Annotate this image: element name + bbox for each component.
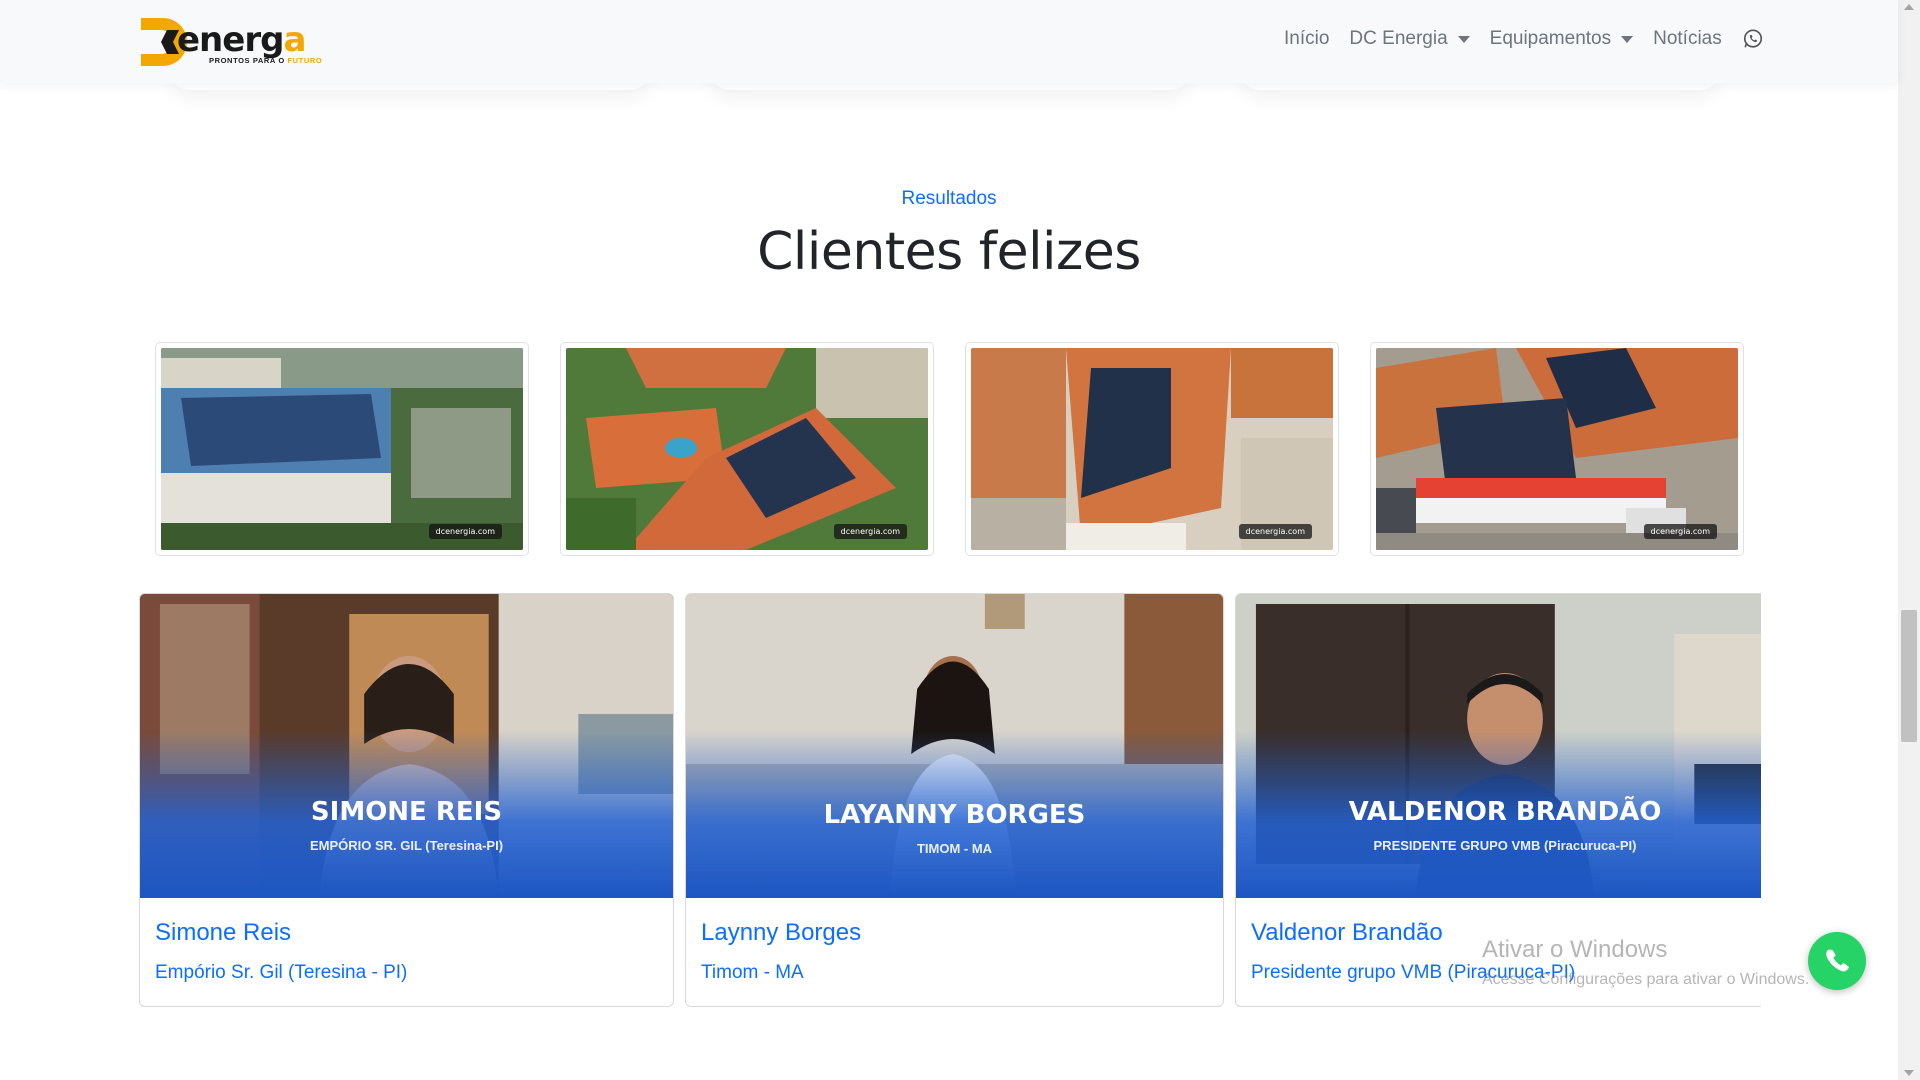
caret-down-icon — [1457, 35, 1470, 43]
logo-wordmark: energa — [177, 20, 306, 60]
thumbnail-name: VALDENOR BRANDÃO — [1348, 797, 1662, 827]
thumbnail-subtitle: PRESIDENTE GRUPO VMB (Piracuruca-PI) — [1373, 838, 1637, 853]
page-scrollbar[interactable] — [1898, 0, 1920, 1080]
testimonial-card[interactable]: LAYANNY BORGES TIMOM - MA Laynny Borges … — [685, 593, 1224, 1007]
gallery-watermark: dcenergia.com — [833, 524, 907, 539]
nav-dc-energia[interactable]: DC Energia — [1349, 28, 1470, 50]
solar-rooftop-photo — [971, 348, 1333, 550]
thumbnail-subtitle: TIMOM - MA — [916, 841, 993, 856]
gallery-photo[interactable]: dcenergia.com — [560, 342, 934, 556]
windows-activation-subtitle: Acesse Configurações para ativar o Windo… — [1482, 971, 1810, 988]
nav-links: Início DC Energia Equipamentos Notícias — [1284, 28, 1764, 50]
scrollbar-thumb[interactable] — [1901, 610, 1917, 742]
gallery-photo[interactable]: dcenergia.com — [155, 342, 529, 556]
section-subtitle: Resultados — [901, 188, 997, 209]
testimonial-name: Simone Reis — [155, 919, 292, 946]
scroll-down-arrow-icon[interactable] — [1904, 1070, 1914, 1076]
solar-rooftop-photo — [1376, 348, 1738, 550]
nav-equipamentos[interactable]: Equipamentos — [1490, 28, 1634, 50]
whatsapp-icon[interactable] — [1742, 28, 1764, 50]
nav-noticias[interactable]: Notícias — [1653, 28, 1722, 50]
scroll-up-arrow-icon[interactable] — [1904, 4, 1914, 10]
gallery-watermark: dcenergia.com — [1238, 524, 1312, 539]
logo-accent-letter: a — [283, 20, 306, 60]
gallery-watermark: dcenergia.com — [428, 524, 502, 539]
testimonial-video-thumbnail[interactable]: LAYANNY BORGES TIMOM - MA — [686, 594, 1223, 898]
testimonial-name: Laynny Borges — [701, 919, 862, 946]
whatsapp-icon — [1826, 949, 1849, 972]
logo-tagline: PRONTOS PARA O FUTURO — [209, 56, 323, 65]
gallery-watermark: dcenergia.com — [1643, 524, 1717, 539]
photo-gallery: dcenergia.com dcenergia.com dcenergia.co… — [155, 342, 1745, 556]
testimonial-company: Empório Sr. Gil (Teresina - PI) — [155, 962, 408, 983]
thumbnail-name: SIMONE REIS — [310, 797, 503, 827]
solar-rooftop-photo — [161, 348, 523, 550]
thumbnail-subtitle: EMPÓRIO SR. GIL (Teresina-PI) — [309, 838, 504, 853]
nav-inicio[interactable]: Início — [1284, 28, 1329, 50]
thumbnail-name: LAYANNY BORGES — [823, 800, 1086, 830]
testimonial-video-thumbnail[interactable]: SIMONE REIS EMPÓRIO SR. GIL (Teresina-PI… — [140, 594, 673, 898]
navbar: energa PRONTOS PARA O FUTURO Início DC E… — [0, 0, 1898, 83]
gallery-photo[interactable]: dcenergia.com — [1370, 342, 1744, 556]
testimonial-name: Valdenor Brandão — [1251, 919, 1443, 946]
whatsapp-float-button[interactable] — [1808, 932, 1866, 990]
section-title: Clientes felizes — [757, 222, 1141, 282]
logo[interactable]: energa PRONTOS PARA O FUTURO — [139, 16, 329, 68]
windows-activation-title: Ativar o Windows — [1482, 936, 1668, 963]
caret-down-icon — [1621, 35, 1634, 43]
solar-rooftop-photo — [566, 348, 928, 550]
testimonial-card[interactable]: SIMONE REIS EMPÓRIO SR. GIL (Teresina-PI… — [139, 593, 674, 1007]
gallery-photo[interactable]: dcenergia.com — [965, 342, 1339, 556]
testimonial-video-thumbnail[interactable]: VALDENOR BRANDÃO PRESIDENTE GRUPO VMB (P… — [1236, 594, 1761, 898]
testimonial-company: Timom - MA — [701, 962, 804, 983]
